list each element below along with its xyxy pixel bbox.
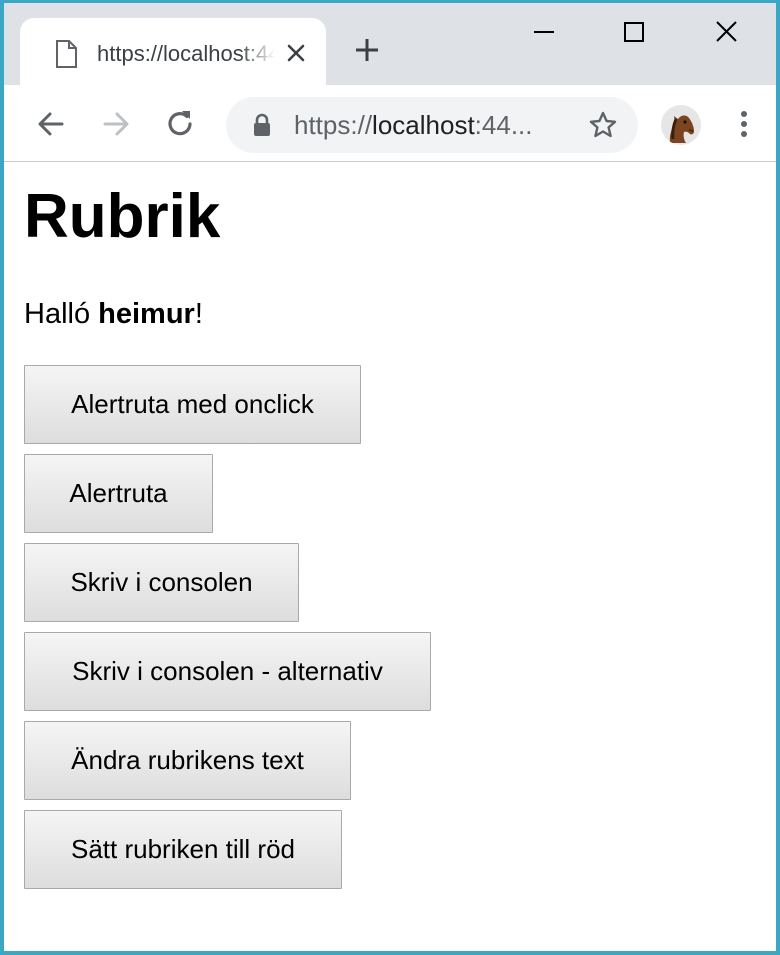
greeting-prefix: Halló: [24, 298, 99, 330]
console-log-button[interactable]: Skriv i consolen: [24, 543, 299, 622]
bookmark-star-icon[interactable]: [588, 110, 618, 140]
maximize-icon[interactable]: [614, 15, 654, 51]
close-tab-icon[interactable]: [284, 41, 308, 65]
browser-window: https://localhost:44…: [0, 0, 780, 955]
forward-arrow-icon[interactable]: [99, 107, 133, 141]
alert-button[interactable]: Alertruta: [24, 454, 213, 533]
change-heading-text-button[interactable]: Ändra rubrikens text: [24, 721, 351, 800]
back-arrow-icon[interactable]: [34, 107, 68, 141]
console-log-alternative-button[interactable]: Skriv i consolen - alternativ: [24, 632, 431, 711]
browser-tab[interactable]: https://localhost:44…: [20, 18, 326, 88]
minimize-icon[interactable]: [524, 15, 564, 51]
greeting-suffix: !: [194, 298, 203, 330]
greeting-text: Halló heimur!: [24, 296, 203, 332]
set-heading-red-button[interactable]: Sätt rubriken till röd: [24, 810, 342, 889]
tab-title: https://localhost:44…: [97, 41, 275, 66]
url-host: localhost: [372, 110, 475, 140]
alert-onclick-button[interactable]: Alertruta med onclick: [24, 365, 361, 444]
window-close-icon[interactable]: [706, 15, 746, 51]
greeting-name: heimur: [98, 298, 195, 330]
new-tab-icon[interactable]: [354, 37, 380, 63]
reload-icon[interactable]: [163, 107, 197, 141]
lock-icon[interactable]: [252, 113, 272, 137]
menu-kebab-icon[interactable]: [734, 107, 754, 141]
url-text[interactable]: https://localhost:44...: [294, 110, 564, 140]
profile-avatar[interactable]: [661, 105, 701, 145]
browser-toolbar: https://localhost:44...: [4, 85, 776, 162]
tab-strip: https://localhost:44…: [4, 3, 776, 88]
document-icon: [56, 40, 77, 68]
page-content: Rubrik Halló heimur! Alertruta med oncli…: [24, 163, 764, 943]
horse-avatar-icon: [669, 115, 694, 143]
url-scheme: https://: [294, 110, 373, 140]
url-rest: :44...: [474, 110, 533, 140]
page-heading: Rubrik: [24, 182, 221, 251]
address-bar[interactable]: https://localhost:44...: [226, 97, 638, 153]
